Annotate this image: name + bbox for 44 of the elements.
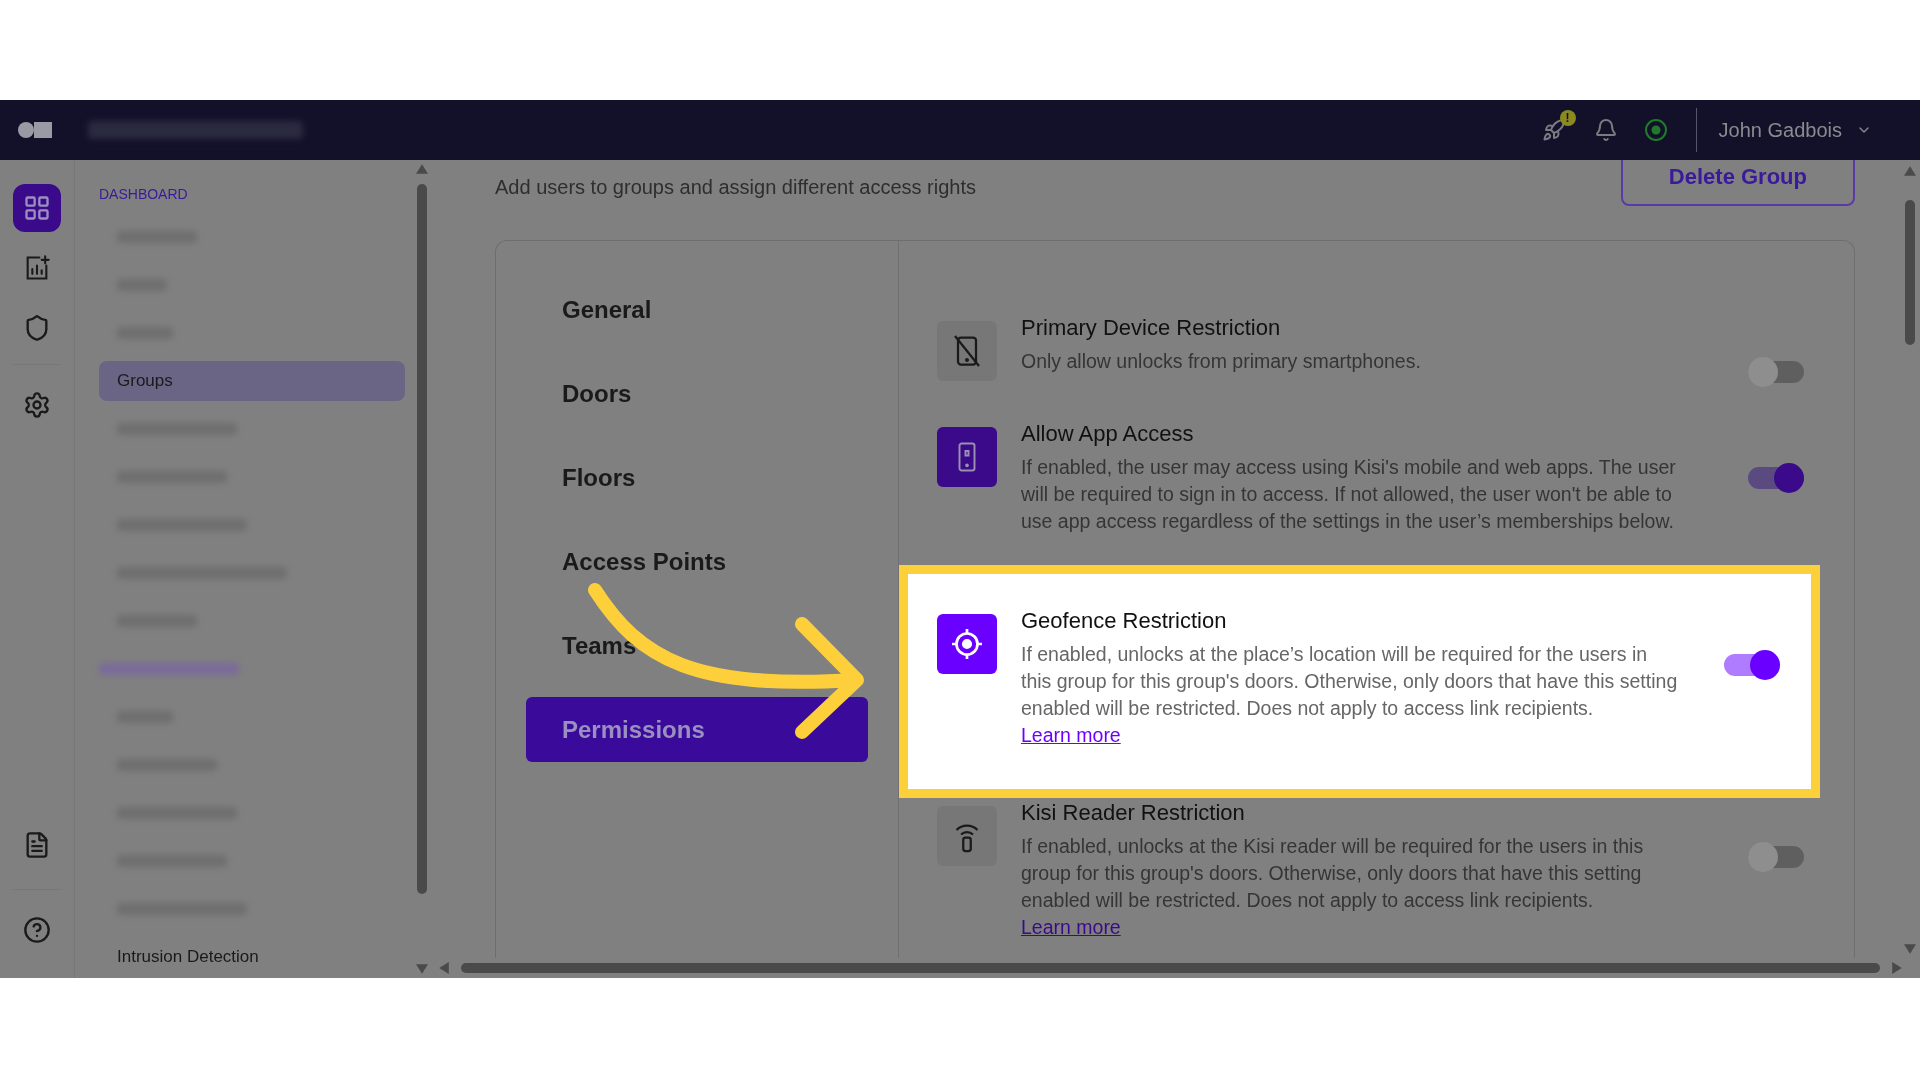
permission-icon bbox=[937, 321, 997, 381]
scroll-down-icon[interactable] bbox=[1904, 944, 1916, 954]
learn-more-link[interactable]: Learn more bbox=[1021, 724, 1121, 746]
help-icon bbox=[23, 916, 51, 944]
section-title: DASHBOARD bbox=[99, 185, 189, 204]
scroll-left-icon[interactable] bbox=[439, 962, 449, 974]
tab[interactable]: Floors bbox=[526, 445, 868, 510]
status-icon bbox=[1643, 118, 1668, 142]
tab[interactable]: Permissions bbox=[526, 697, 868, 762]
permission-description: If enabled, unlocks at the place’s location will be required for the users in this group for this group's doors. Otherwise, only doors that have this setting enabled will be restricted. Does not apply to access link recipients. Learn more bbox=[1021, 642, 1679, 748]
scrollbar-thumb[interactable] bbox=[1905, 200, 1915, 345]
permission-title: Primary Device Restriction bbox=[1021, 314, 1282, 342]
delete-group-button[interactable]: Delete Group bbox=[1620, 160, 1855, 206]
permission-description: If enabled, the user may access using Kisi's mobile and web apps. The user will be required to sign in to access. If not allowed, the user won't be able to use app access regardless of the settings in the user’s memberships below. bbox=[1021, 455, 1677, 534]
settings-icon bbox=[23, 391, 51, 419]
tab[interactable]: Teams bbox=[526, 613, 868, 678]
user-menu[interactable]: John Gadbois bbox=[1718, 115, 1872, 145]
permission-icon bbox=[937, 806, 997, 866]
permission-title: Allow App Access bbox=[1021, 420, 1195, 448]
permission-title: Kisi Reader Restriction bbox=[1021, 799, 1246, 827]
notification-badge: ! bbox=[1559, 110, 1576, 126]
grid-icon bbox=[23, 194, 51, 222]
tab[interactable]: Doors bbox=[526, 361, 868, 426]
permission-icon bbox=[937, 427, 997, 487]
scroll-down-icon[interactable] bbox=[416, 964, 428, 974]
scroll-right-icon[interactable] bbox=[1892, 962, 1902, 974]
scroll-up-icon[interactable] bbox=[416, 164, 428, 174]
tab[interactable]: Access Points bbox=[526, 529, 868, 594]
permission-description: Only allow unlocks from primary smartphones. bbox=[1021, 349, 1422, 374]
permission-description: If enabled, unlocks at the Kisi reader will be required for the users in this group for this group's doors. Otherwise, only doors that have this setting enabled will be restricted. Does not apply to access link recipients. Learn more bbox=[1021, 834, 1645, 940]
learn-more-link[interactable]: Learn more bbox=[1021, 916, 1121, 938]
scrollbar-thumb[interactable] bbox=[461, 963, 1880, 973]
rocket-icon[interactable] bbox=[1541, 118, 1566, 142]
scrollbar-thumb[interactable] bbox=[417, 184, 427, 894]
permission-title: Geofence Restriction bbox=[1021, 607, 1228, 635]
sidebar-item[interactable]: Intrusion Detection bbox=[99, 937, 405, 977]
rail-button[interactable] bbox=[13, 184, 61, 232]
sidebar-item[interactable]: Groups bbox=[99, 361, 405, 401]
bell-icon[interactable] bbox=[1593, 118, 1618, 142]
permission-icon bbox=[937, 614, 997, 674]
scroll-up-icon[interactable] bbox=[1904, 166, 1916, 176]
page-subtitle: Add users to groups and assign different access rights bbox=[495, 175, 976, 200]
logo-icon bbox=[18, 122, 52, 138]
tab[interactable]: General bbox=[526, 277, 868, 342]
